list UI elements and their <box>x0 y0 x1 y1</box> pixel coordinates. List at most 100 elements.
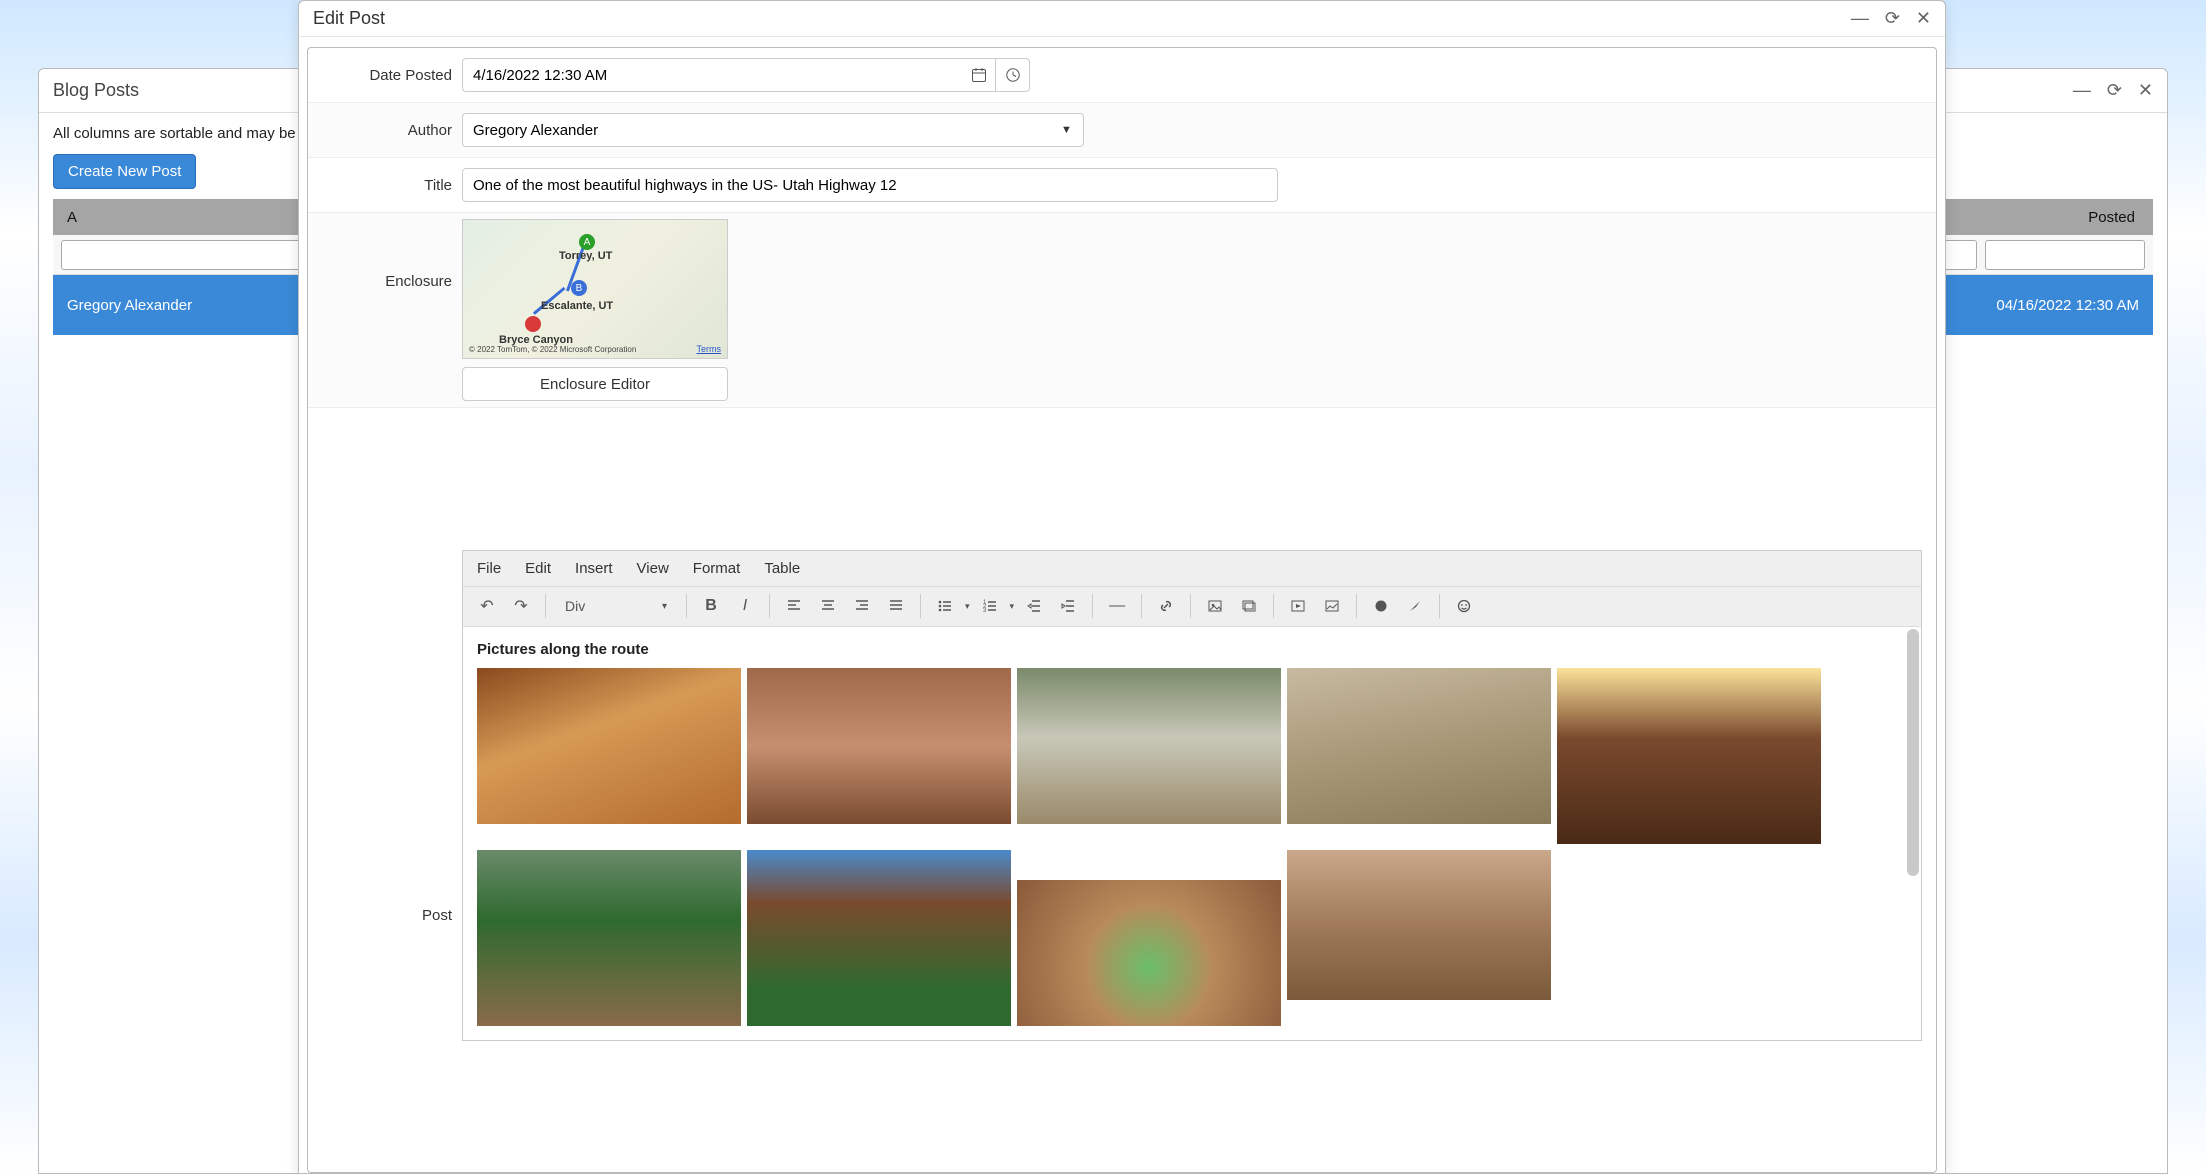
toolbar-separator <box>1092 594 1093 618</box>
chevron-down-icon: ▾ <box>662 601 667 612</box>
toolbar-separator <box>686 594 687 618</box>
row-title: Title <box>308 158 1936 213</box>
location-icon[interactable] <box>1401 592 1429 620</box>
content-image[interactable] <box>1557 668 1821 844</box>
align-center-icon[interactable] <box>814 592 842 620</box>
undo-icon[interactable]: ↶ <box>473 592 501 620</box>
blog-posts-title: Blog Posts <box>53 80 139 101</box>
author-input[interactable] <box>462 113 1050 147</box>
toolbar-separator <box>1356 594 1357 618</box>
edit-post-body: Date Posted Author ▼ <box>299 37 1945 1173</box>
indent-icon[interactable] <box>1054 592 1082 620</box>
menu-insert[interactable]: Insert <box>575 560 613 577</box>
link-icon[interactable] <box>1152 592 1180 620</box>
map-terms-link[interactable]: Terms <box>697 344 722 354</box>
create-new-post-button[interactable]: Create New Post <box>53 154 196 189</box>
menu-file[interactable]: File <box>477 560 501 577</box>
bullet-list-icon[interactable] <box>931 592 959 620</box>
refresh-icon[interactable]: ⟳ <box>1885 8 1900 29</box>
emoji-icon[interactable] <box>1450 592 1478 620</box>
enclosure-map-thumbnail[interactable]: A Torrey, UT B Escalante, UT Bryce Canyo… <box>462 219 728 359</box>
editor-content-area[interactable]: Pictures along the route <box>463 627 1921 1040</box>
refresh-icon[interactable]: ⟳ <box>2107 80 2122 101</box>
video-icon[interactable] <box>1284 592 1312 620</box>
map-label-a: Torrey, UT <box>559 250 612 262</box>
align-left-icon[interactable] <box>780 592 808 620</box>
edit-post-window-controls: — ⟳ ✕ <box>1851 8 1931 29</box>
date-posted-field-wrap <box>462 58 1030 92</box>
editor-menubar: File Edit Insert View Format Table <box>463 551 1921 587</box>
date-posted-input[interactable] <box>462 58 962 92</box>
close-icon[interactable]: ✕ <box>2138 80 2153 101</box>
toolbar-separator <box>545 594 546 618</box>
bold-icon[interactable]: B <box>697 592 725 620</box>
numbered-list-icon[interactable]: 123 <box>976 592 1004 620</box>
chevron-down-icon[interactable]: ▾ <box>965 601 970 612</box>
label-post: Post <box>322 667 452 924</box>
row-post: Post File Edit Insert View Format Table … <box>308 408 1936 1172</box>
image-icon[interactable] <box>1201 592 1229 620</box>
grid-col-author[interactable]: A <box>53 209 263 226</box>
content-image[interactable] <box>477 668 741 824</box>
image-grid <box>477 668 1907 1026</box>
menu-table[interactable]: Table <box>764 560 800 577</box>
label-title: Title <box>322 177 452 194</box>
calendar-icon[interactable] <box>962 58 996 92</box>
row-enclosure: Enclosure A Torrey, UT B Escalante, UT B… <box>308 213 1936 408</box>
horizontal-rule-icon[interactable]: — <box>1103 592 1131 620</box>
toolbar-separator <box>1273 594 1274 618</box>
menu-view[interactable]: View <box>637 560 669 577</box>
align-right-icon[interactable] <box>848 592 876 620</box>
menu-format[interactable]: Format <box>693 560 741 577</box>
content-image[interactable] <box>1017 880 1281 1026</box>
outdent-icon[interactable] <box>1020 592 1048 620</box>
italic-icon[interactable]: I <box>731 592 759 620</box>
menu-edit[interactable]: Edit <box>525 560 551 577</box>
author-combo: ▼ <box>462 113 1084 147</box>
label-author: Author <box>322 122 452 139</box>
edit-post-titlebar: Edit Post — ⟳ ✕ <box>299 1 1945 37</box>
chevron-down-icon[interactable]: ▾ <box>1010 601 1015 612</box>
editor-toolbar: ↶ ↷ Div ▾ B I <box>463 587 1921 627</box>
grid-filter-posted-input[interactable] <box>1985 240 2145 270</box>
content-image[interactable] <box>747 850 1011 1026</box>
content-image[interactable] <box>747 668 1011 824</box>
grid-col-posted[interactable]: Posted <box>2088 209 2153 226</box>
map-attribution: © 2022 TomTom, © 2022 Microsoft Corporat… <box>469 345 636 354</box>
content-heading: Pictures along the route <box>477 641 1907 658</box>
minimize-icon[interactable]: — <box>2073 80 2091 101</box>
content-image[interactable] <box>1287 850 1551 1000</box>
edit-post-title: Edit Post <box>313 8 385 29</box>
row-author: Author ▼ <box>308 103 1936 158</box>
map-marker-a-icon: A <box>579 234 595 250</box>
map-marker-c-icon <box>525 316 541 332</box>
redo-icon[interactable]: ↷ <box>507 592 535 620</box>
label-enclosure: Enclosure <box>322 219 452 290</box>
align-justify-icon[interactable] <box>882 592 910 620</box>
minimize-icon[interactable]: — <box>1851 8 1869 29</box>
edit-post-window: Edit Post — ⟳ ✕ Date Posted <box>298 0 1946 1174</box>
content-image[interactable] <box>477 850 741 1026</box>
globe-icon[interactable] <box>1367 592 1395 620</box>
toolbar-separator <box>1141 594 1142 618</box>
title-input[interactable] <box>462 168 1278 202</box>
gallery-icon[interactable] <box>1235 592 1263 620</box>
toolbar-separator <box>769 594 770 618</box>
edit-post-form: Date Posted Author ▼ <box>307 47 1937 1173</box>
scrollbar-thumb[interactable] <box>1907 629 1919 877</box>
enclosure-editor-button[interactable]: Enclosure Editor <box>462 367 728 401</box>
map-label-b: Escalante, UT <box>541 300 613 312</box>
row-posted: 04/16/2022 12:30 AM <box>1996 297 2139 314</box>
content-image[interactable] <box>1287 668 1551 824</box>
format-dropdown[interactable]: Div ▾ <box>556 592 676 620</box>
clock-icon[interactable] <box>996 58 1030 92</box>
chevron-down-icon[interactable]: ▼ <box>1050 113 1084 147</box>
media-icon[interactable] <box>1318 592 1346 620</box>
blog-posts-window-controls: — ⟳ ✕ <box>2073 80 2153 101</box>
toolbar-separator <box>1439 594 1440 618</box>
label-date-posted: Date Posted <box>322 67 452 84</box>
close-icon[interactable]: ✕ <box>1916 8 1931 29</box>
content-image[interactable] <box>1017 668 1281 824</box>
toolbar-separator <box>1190 594 1191 618</box>
rich-text-editor: File Edit Insert View Format Table ↶ ↷ D… <box>462 550 1922 1041</box>
